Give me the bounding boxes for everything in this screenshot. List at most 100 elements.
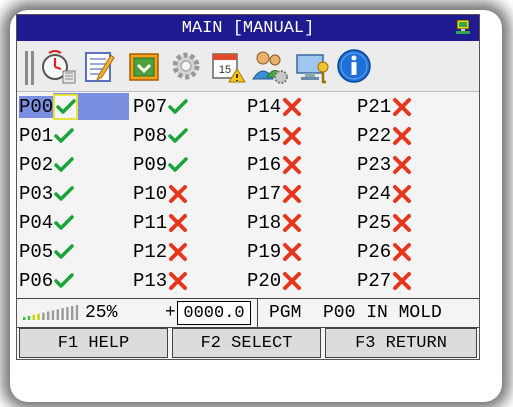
hmi-panel: MAIN [MANUAL] 15 P00 P01 P02 P03 P04 P05… xyxy=(16,14,480,360)
program-slot[interactable]: P27 xyxy=(357,267,412,294)
status-message: PGM P00 IN MOLD xyxy=(269,303,442,323)
f1-help-button[interactable]: F1 HELP xyxy=(19,328,168,358)
program-slot[interactable]: P06 xyxy=(19,267,74,294)
check-icon xyxy=(53,127,74,145)
program-slot[interactable]: P18 xyxy=(247,209,302,236)
program-slot[interactable]: P15 xyxy=(247,122,302,149)
notepad-edit-icon[interactable] xyxy=(81,47,119,85)
level-bar xyxy=(56,309,59,320)
program-slot[interactable]: P03 xyxy=(19,180,74,207)
level-bar xyxy=(66,307,69,320)
f2-select-button[interactable]: F2 SELECT xyxy=(172,328,321,358)
program-label: P00 xyxy=(19,95,54,118)
program-slot[interactable]: P16 xyxy=(247,151,302,178)
program-slot[interactable]: P17 xyxy=(247,180,302,207)
program-slot[interactable]: P08 xyxy=(133,122,188,149)
program-slot[interactable]: P09 xyxy=(133,151,188,178)
program-label: P18 xyxy=(247,211,282,234)
program-label: P08 xyxy=(133,124,168,147)
cross-icon xyxy=(281,184,302,203)
program-slot[interactable]: P13 xyxy=(133,267,188,294)
program-label: P13 xyxy=(133,269,168,292)
function-key-bar: F1 HELP F2 SELECT F3 RETURN xyxy=(17,327,479,359)
program-label: P05 xyxy=(19,240,54,263)
level-percent: 25% xyxy=(85,303,118,323)
cross-icon xyxy=(281,155,302,174)
program-label: P02 xyxy=(19,153,54,176)
program-label: P14 xyxy=(247,95,282,118)
level-bar xyxy=(71,306,74,320)
level-bar xyxy=(75,304,79,320)
check-icon xyxy=(167,98,188,116)
program-label: P03 xyxy=(19,182,54,205)
program-slot[interactable]: P11 xyxy=(133,209,188,236)
check-icon xyxy=(53,185,74,203)
check-icon xyxy=(53,156,74,174)
program-slot[interactable]: P25 xyxy=(357,209,412,236)
computer-key-icon[interactable] xyxy=(293,47,331,85)
program-label: P20 xyxy=(247,269,282,292)
program-slot[interactable]: P14 xyxy=(247,93,302,120)
cross-icon xyxy=(391,271,412,290)
level-bar xyxy=(61,308,64,320)
program-slot[interactable]: P26 xyxy=(357,238,412,265)
program-slot[interactable]: P23 xyxy=(357,151,412,178)
program-slot[interactable]: P24 xyxy=(357,180,412,207)
level-bar xyxy=(32,314,35,320)
program-label: P23 xyxy=(357,153,392,176)
cross-icon xyxy=(391,155,412,174)
program-slot[interactable]: P21 xyxy=(357,93,412,120)
level-bar xyxy=(23,317,26,320)
level-bar xyxy=(27,315,31,320)
network-icon xyxy=(455,19,471,35)
cross-icon xyxy=(281,242,302,261)
cross-icon xyxy=(281,97,302,116)
program-slot[interactable]: P07 xyxy=(133,93,188,120)
info-icon[interactable] xyxy=(335,47,373,85)
program-label: P15 xyxy=(247,124,282,147)
cross-icon xyxy=(391,213,412,232)
level-bar xyxy=(37,313,40,320)
program-label: P22 xyxy=(357,124,392,147)
program-label: P24 xyxy=(357,182,392,205)
toolbar-separator xyxy=(31,51,34,85)
program-slot[interactable]: P19 xyxy=(247,238,302,265)
title-bar: MAIN [MANUAL] xyxy=(17,15,479,41)
calendar-warning-icon[interactable]: 15 xyxy=(209,47,247,85)
cross-icon xyxy=(281,271,302,290)
level-bar xyxy=(47,311,50,320)
window-title: MAIN [MANUAL] xyxy=(181,18,315,38)
cross-icon xyxy=(391,242,412,261)
program-label: P01 xyxy=(19,124,54,147)
program-slot[interactable]: P04 xyxy=(19,209,74,236)
program-slot[interactable]: P22 xyxy=(357,122,412,149)
program-label: P10 xyxy=(133,182,168,205)
mold-box-icon[interactable] xyxy=(125,47,163,85)
program-slot[interactable]: P02 xyxy=(19,151,74,178)
check-icon xyxy=(167,156,188,174)
program-label: P16 xyxy=(247,153,282,176)
check-icon xyxy=(53,214,74,232)
gear-icon[interactable] xyxy=(167,47,205,85)
clock-icon[interactable] xyxy=(39,47,77,85)
value-input[interactable]: 0000.0 xyxy=(177,301,251,325)
svg-text:15: 15 xyxy=(219,64,231,76)
cross-icon xyxy=(391,126,412,145)
program-slot[interactable]: P20 xyxy=(247,267,302,294)
program-slot[interactable]: P05 xyxy=(19,238,74,265)
users-settings-icon[interactable] xyxy=(251,47,289,85)
program-slot[interactable]: P12 xyxy=(133,238,188,265)
check-icon xyxy=(53,272,74,290)
f2-label: F2 SELECT xyxy=(200,333,293,353)
value-text: 0000.0 xyxy=(183,303,245,323)
cross-icon xyxy=(281,126,302,145)
cross-icon xyxy=(167,213,188,232)
program-label: P19 xyxy=(247,240,282,263)
status-bar: 25% + 0000.0 PGM P00 IN MOLD xyxy=(17,298,479,328)
program-slot[interactable]: P00 xyxy=(17,93,129,120)
program-slot[interactable]: P10 xyxy=(133,180,188,207)
program-label: P27 xyxy=(357,269,392,292)
f1-label: F1 HELP xyxy=(57,333,130,353)
program-slot[interactable]: P01 xyxy=(19,122,74,149)
f3-return-button[interactable]: F3 RETURN xyxy=(325,328,477,358)
